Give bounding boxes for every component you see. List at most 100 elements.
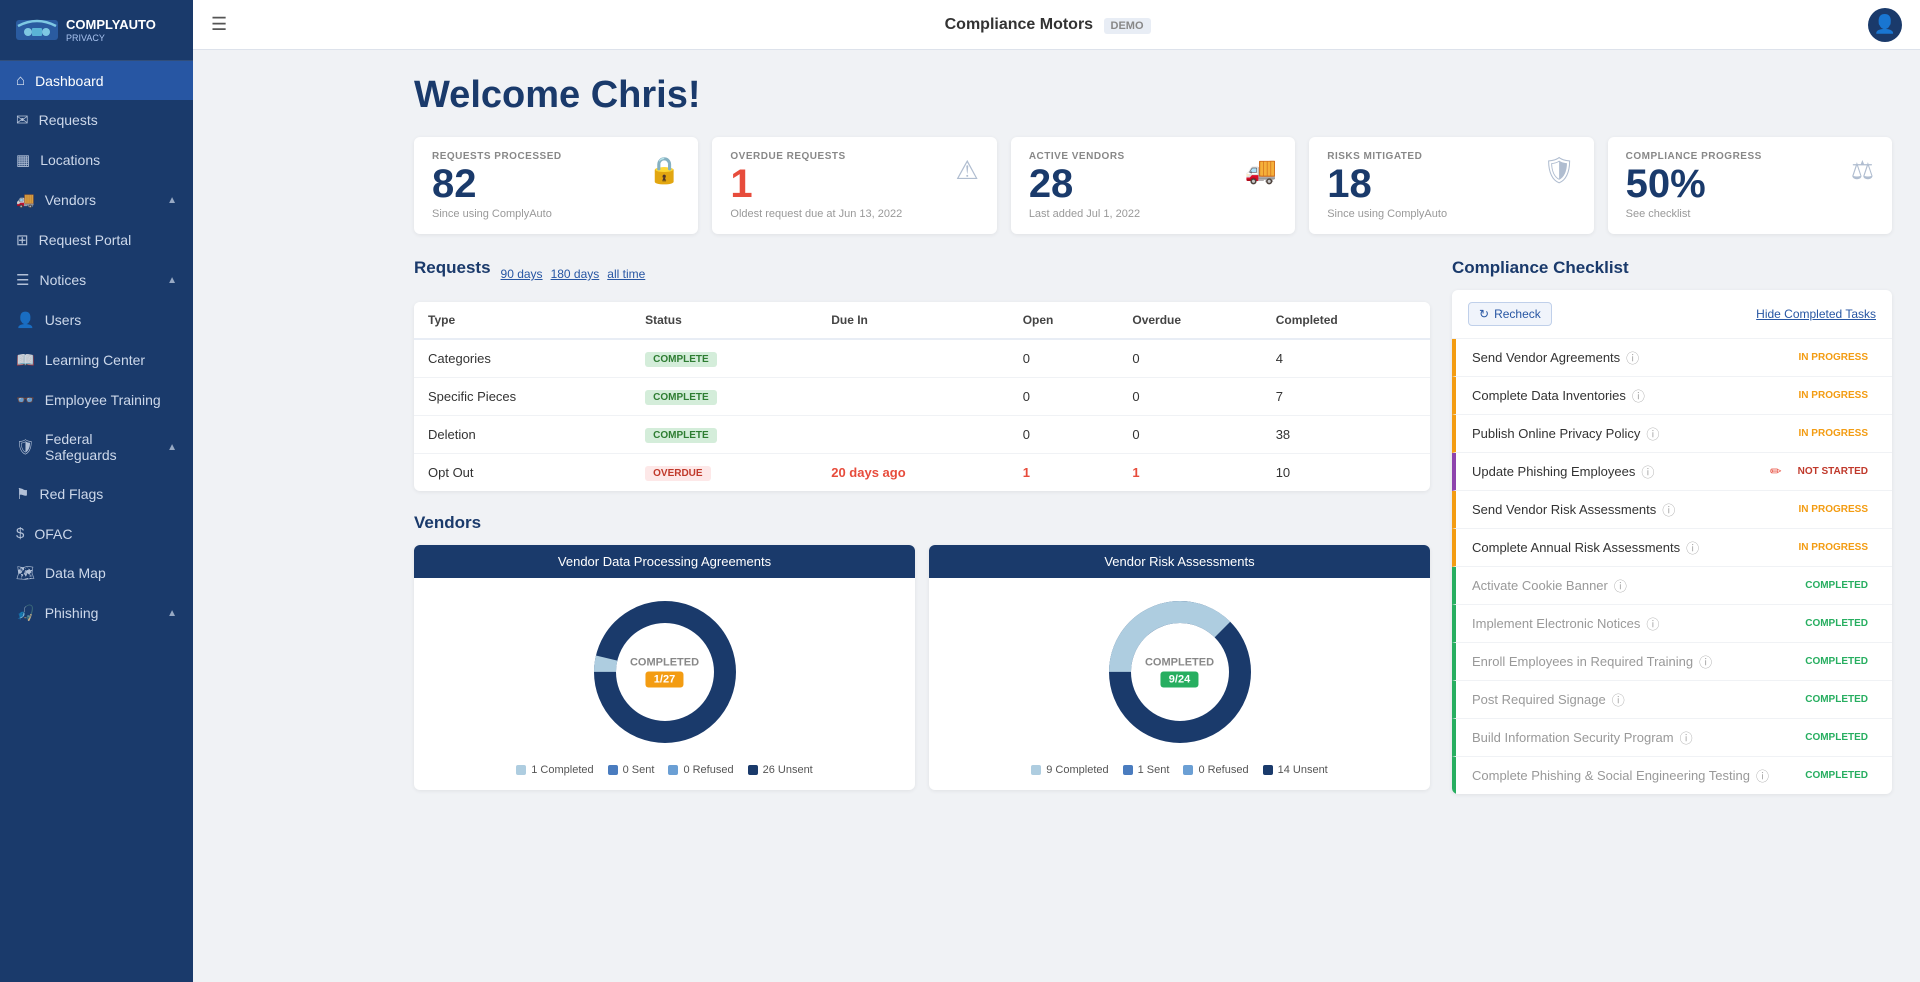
legend-item: 14 Unsent — [1263, 764, 1328, 776]
cell-due-in — [817, 339, 1008, 378]
status-badge-implement-electronic-notices: COMPLETED — [1797, 616, 1876, 631]
legend-item: 0 Refused — [1183, 764, 1248, 776]
sidebar-icon-learning-center: 📖 — [16, 351, 35, 369]
sidebar-icon-red-flags: ⚑ — [16, 485, 29, 503]
stat-number-risks-mitigated: 18 — [1327, 162, 1447, 206]
info-icon-update-phishing-employees[interactable]: ⓘ — [1641, 462, 1654, 481]
legend-item: 0 Sent — [608, 764, 655, 776]
vendor-chart-vra: Vendor Risk Assessments COMPLETED 9/24 9… — [929, 545, 1430, 790]
cell-open: 0 — [1009, 416, 1119, 454]
stat-number-active-vendors: 28 — [1029, 162, 1140, 206]
cell-status: OVERDUE — [631, 454, 817, 492]
sidebar-item-ofac[interactable]: $ OFAC — [0, 514, 193, 553]
checklist-item-complete-annual-risk-assessments: Complete Annual Risk Assessments ⓘ IN PR… — [1452, 529, 1892, 567]
checklist-item-enroll-employees-required-training: Enroll Employees in Required Training ⓘ … — [1452, 643, 1892, 681]
info-icon-complete-data-inventories[interactable]: ⓘ — [1632, 386, 1645, 405]
sidebar-label-notices: Notices — [39, 272, 86, 288]
stat-icon-risks-mitigated: 🛡 — [1543, 155, 1576, 186]
sidebar-icon-locations: ▦ — [16, 151, 30, 169]
logo-icon — [14, 12, 60, 48]
info-icon-activate-cookie-banner[interactable]: ⓘ — [1614, 576, 1627, 595]
stat-label-requests-processed: REQUESTS PROCESSED — [432, 151, 562, 162]
cell-completed: 7 — [1262, 378, 1430, 416]
info-icon-publish-online-privacy-policy[interactable]: ⓘ — [1646, 424, 1659, 443]
chart-legend-dpa: 1 Completed 0 Sent 0 Refused 26 Unsent — [516, 764, 813, 776]
cell-type: Opt Out — [414, 454, 631, 492]
donut-label-dpa: COMPLETED — [630, 657, 699, 669]
stat-label-compliance-progress: COMPLIANCE PROGRESS — [1626, 151, 1762, 162]
checklist-item-complete-phishing-social-engineering-testing: Complete Phishing & Social Engineering T… — [1452, 757, 1892, 794]
checklist-item-implement-electronic-notices: Implement Electronic Notices ⓘ COMPLETED — [1452, 605, 1892, 643]
stat-icon-active-vendors: 🚚 — [1245, 155, 1277, 186]
col-due-in: Due In — [817, 302, 1008, 339]
hamburger-icon[interactable]: ☰ — [211, 14, 227, 35]
sidebar-label-data-map: Data Map — [45, 565, 106, 581]
cell-open: 0 — [1009, 378, 1119, 416]
stat-label-active-vendors: ACTIVE VENDORS — [1029, 151, 1140, 162]
sidebar-item-federal-safeguards[interactable]: 🛡 Federal Safeguards ▲ — [0, 420, 193, 474]
date-link-90-days[interactable]: 90 days — [501, 267, 543, 281]
logo-sub: PRIVACY — [66, 33, 156, 43]
stat-cards: REQUESTS PROCESSED 82 Since using Comply… — [414, 137, 1892, 234]
sidebar-icon-phishing: 🎣 — [16, 604, 35, 622]
status-badge-complete-annual-risk-assessments: IN PROGRESS — [1791, 540, 1876, 555]
stat-sub-requests-processed: Since using ComplyAuto — [432, 208, 562, 220]
hide-completed-link[interactable]: Hide Completed Tasks — [1756, 307, 1876, 321]
checklist-label-send-vendor-risk-assessments: Send Vendor Risk Assessments — [1472, 502, 1656, 517]
sidebar-item-dashboard[interactable]: ⌂ Dashboard — [0, 61, 193, 100]
recheck-label: Recheck — [1494, 307, 1541, 321]
checklist-title: Compliance Checklist — [1452, 258, 1892, 278]
sidebar-item-learning-center[interactable]: 📖 Learning Center — [0, 340, 193, 380]
cell-type: Deletion — [414, 416, 631, 454]
sidebar-item-users[interactable]: 👤 Users — [0, 300, 193, 340]
sidebar-item-vendors[interactable]: 🚚 Vendors ▲ — [0, 180, 193, 220]
info-icon-build-information-security-program[interactable]: ⓘ — [1680, 728, 1693, 747]
sidebar-item-requests[interactable]: ✉ Requests — [0, 100, 193, 140]
legend-dot — [668, 765, 678, 775]
info-icon-post-required-signage[interactable]: ⓘ — [1612, 690, 1625, 709]
vendors-title: Vendors — [414, 513, 1430, 533]
checklist-label-publish-online-privacy-policy: Publish Online Privacy Policy — [1472, 426, 1640, 441]
info-icon-complete-phishing-social-engineering-testing[interactable]: ⓘ — [1756, 766, 1769, 785]
sidebar-item-red-flags[interactable]: ⚑ Red Flags — [0, 474, 193, 514]
stat-number-overdue-requests: 1 — [730, 162, 902, 206]
checklist-label-complete-annual-risk-assessments: Complete Annual Risk Assessments — [1472, 540, 1680, 555]
checklist-card: ↻ Recheck Hide Completed Tasks Send Vend… — [1452, 290, 1892, 794]
stat-card-requests-processed: REQUESTS PROCESSED 82 Since using Comply… — [414, 137, 698, 234]
sidebar-item-locations[interactable]: ▦ Locations — [0, 140, 193, 180]
legend-dot — [608, 765, 618, 775]
edit-icon-update-phishing-employees[interactable]: ✏ — [1770, 463, 1782, 480]
legend-dot — [516, 765, 526, 775]
sidebar-icon-requests: ✉ — [16, 111, 29, 129]
date-link-180-days[interactable]: 180 days — [551, 267, 600, 281]
info-icon-send-vendor-risk-assessments[interactable]: ⓘ — [1662, 500, 1675, 519]
sidebar-label-requests: Requests — [39, 112, 98, 128]
cell-overdue: 0 — [1118, 416, 1261, 454]
legend-dot — [748, 765, 758, 775]
info-icon-implement-electronic-notices[interactable]: ⓘ — [1646, 614, 1659, 633]
stat-sub-risks-mitigated: Since using ComplyAuto — [1327, 208, 1447, 220]
cell-completed: 38 — [1262, 416, 1430, 454]
sidebar-item-notices[interactable]: ☰ Notices ▲ — [0, 260, 193, 300]
user-avatar[interactable]: 👤 — [1868, 8, 1902, 42]
sidebar-item-data-map[interactable]: 🗺 Data Map — [0, 553, 193, 593]
sidebar-item-request-portal[interactable]: ⊞ Request Portal — [0, 220, 193, 260]
status-badge-send-vendor-agreements: IN PROGRESS — [1791, 350, 1876, 365]
sidebar-label-phishing: Phishing — [45, 605, 99, 621]
info-icon-enroll-employees-required-training[interactable]: ⓘ — [1699, 652, 1712, 671]
info-icon-send-vendor-agreements[interactable]: ⓘ — [1626, 348, 1639, 367]
checklist-list: Send Vendor Agreements ⓘ IN PROGRESS Com… — [1452, 339, 1892, 794]
checklist-label-complete-phishing-social-engineering-testing: Complete Phishing & Social Engineering T… — [1472, 768, 1750, 783]
info-icon-complete-annual-risk-assessments[interactable]: ⓘ — [1686, 538, 1699, 557]
checklist-label-activate-cookie-banner: Activate Cookie Banner — [1472, 578, 1608, 593]
checklist-label-enroll-employees-required-training: Enroll Employees in Required Training — [1472, 654, 1693, 669]
donut-badge-vra: 9/24 — [1161, 672, 1198, 688]
stat-sub-active-vendors: Last added Jul 1, 2022 — [1029, 208, 1140, 220]
donut-vra: COMPLETED 9/24 — [1100, 592, 1260, 752]
date-link-all-time[interactable]: all time — [607, 267, 645, 281]
sidebar-item-phishing[interactable]: 🎣 Phishing ▲ — [0, 593, 193, 633]
legend-item: 0 Refused — [668, 764, 733, 776]
recheck-button[interactable]: ↻ Recheck — [1468, 302, 1552, 326]
sidebar-item-employee-training[interactable]: 👓 Employee Training — [0, 380, 193, 420]
recheck-icon: ↻ — [1479, 307, 1489, 321]
